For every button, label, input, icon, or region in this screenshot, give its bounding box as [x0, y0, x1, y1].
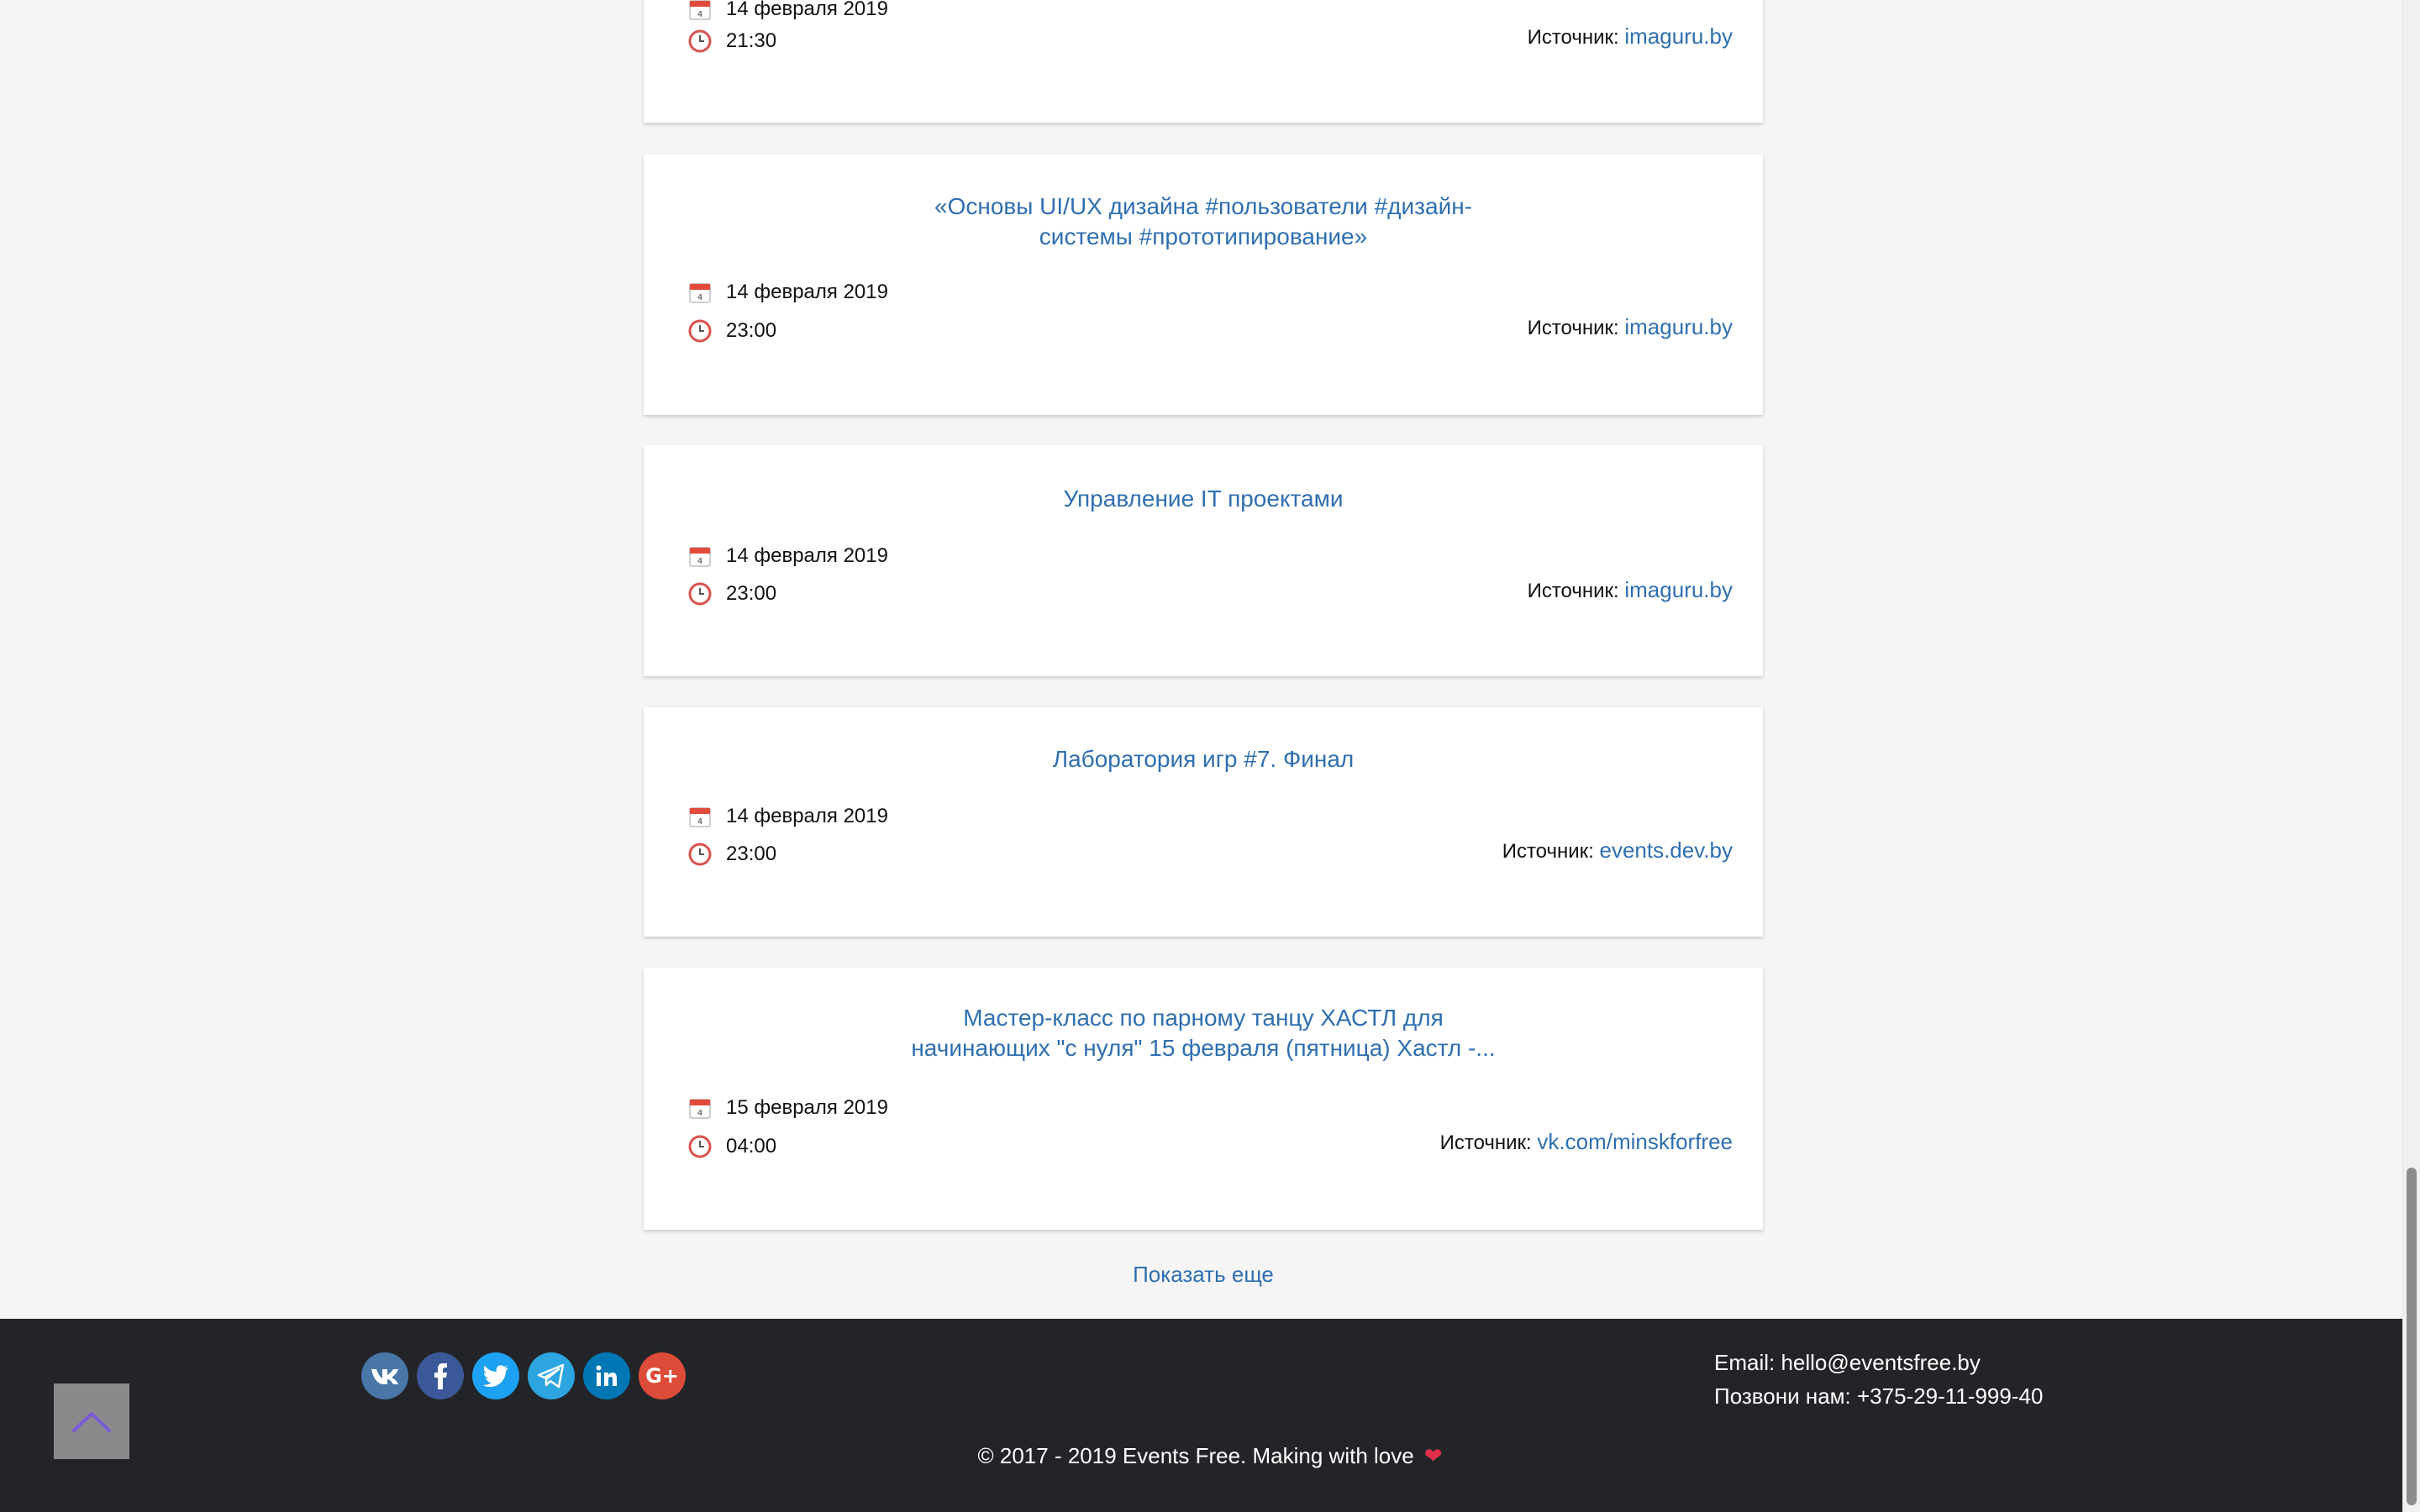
- event-source: Источник: events.dev.by: [1502, 837, 1733, 864]
- event-date: 14 февраля 2019: [726, 805, 888, 827]
- clock-icon: [688, 319, 712, 343]
- source-label: Источник:: [1527, 317, 1619, 339]
- svg-text:4: 4: [697, 557, 702, 566]
- event-time-row: 04:00: [687, 1134, 776, 1159]
- event-date-row: 4 14 февраля 2019: [687, 804, 888, 829]
- svg-text:4: 4: [697, 10, 702, 19]
- contact-email[interactable]: Email: hello@eventsfree.by: [1714, 1346, 2043, 1379]
- event-time-row: 23:00: [687, 581, 776, 606]
- event-date: 14 февраля 2019: [726, 0, 888, 20]
- show-more-link[interactable]: Показать еще: [644, 1260, 1763, 1289]
- event-card: Лаборатория игр #7. Финал 4 14 февраля 2…: [644, 707, 1763, 937]
- back-to-top-button[interactable]: [54, 1383, 129, 1459]
- svg-text:4: 4: [697, 293, 702, 302]
- event-date: 14 февраля 2019: [726, 544, 888, 567]
- svg-text:4: 4: [697, 1109, 702, 1118]
- event-date: 15 февраля 2019: [726, 1096, 888, 1119]
- event-title[interactable]: Мастер-класс по парному танцу ХАСТЛ для …: [896, 1003, 1511, 1063]
- event-title[interactable]: Управление IT проектами: [896, 484, 1511, 514]
- source-link[interactable]: imaguru.by: [1624, 314, 1733, 339]
- clock-icon: [688, 29, 712, 53]
- calendar-icon: 4: [689, 807, 711, 827]
- twitter-icon[interactable]: [472, 1352, 519, 1399]
- event-time: 23:00: [726, 319, 777, 342]
- event-time: 04:00: [726, 1135, 777, 1158]
- heart-icon: ❤: [1423, 1443, 1443, 1468]
- copyright-text: © 2017 - 2019 Events Free. Making with l…: [977, 1443, 1414, 1468]
- event-date-row: 4 14 февраля 2019: [687, 280, 888, 305]
- event-card: Мастер-класс по парному танцу ХАСТЛ для …: [644, 968, 1763, 1230]
- event-date-row: 4 14 февраля 2019: [687, 0, 888, 22]
- event-time: 23:00: [726, 843, 777, 865]
- event-source: Источник: vk.com/minskforfree: [1440, 1129, 1733, 1156]
- source-link[interactable]: imaguru.by: [1624, 577, 1733, 602]
- event-title[interactable]: «Основы UI/UX дизайна #пользователи #диз…: [896, 192, 1511, 252]
- event-source: Источник: imaguru.by: [1528, 314, 1733, 341]
- event-time: 21:30: [726, 29, 777, 52]
- event-time: 23:00: [726, 582, 777, 605]
- event-time-row: 23:00: [687, 318, 776, 344]
- contacts: Email: hello@eventsfree.by Позвони нам: …: [1714, 1346, 2043, 1413]
- source-label: Источник:: [1527, 580, 1619, 602]
- source-label: Источник:: [1527, 26, 1619, 49]
- svg-text:4: 4: [697, 817, 702, 827]
- clock-icon: [688, 1135, 712, 1158]
- calendar-icon: 4: [689, 0, 711, 20]
- event-source: Источник: imaguru.by: [1528, 24, 1733, 50]
- clock-icon: [688, 582, 712, 606]
- event-card: «Основы UI/UX дизайна #пользователи #диз…: [644, 155, 1763, 415]
- event-date: 14 февраля 2019: [726, 281, 888, 303]
- source-label: Источник:: [1439, 1131, 1532, 1154]
- google-plus-icon[interactable]: G+: [639, 1352, 686, 1399]
- event-card: 4 14 февраля 2019 21:30 Источник: imagur…: [644, 0, 1763, 123]
- chevron-up-icon: [72, 1412, 111, 1432]
- event-date-row: 4 15 февраля 2019: [687, 1095, 888, 1121]
- calendar-icon: 4: [689, 547, 711, 567]
- scrollbar[interactable]: [2402, 0, 2420, 1512]
- telegram-icon[interactable]: [528, 1352, 575, 1399]
- event-source: Источник: imaguru.by: [1528, 577, 1733, 604]
- event-title[interactable]: Лаборатория игр #7. Финал: [896, 744, 1511, 774]
- copyright: © 2017 - 2019 Events Free. Making with l…: [0, 1441, 2420, 1470]
- source-link[interactable]: vk.com/minskforfree: [1537, 1129, 1733, 1154]
- source-label: Источник:: [1502, 840, 1594, 863]
- vk-icon[interactable]: [361, 1352, 408, 1399]
- footer: G+ Email: hello@eventsfree.by Позвони на…: [0, 1319, 2420, 1512]
- source-link[interactable]: events.dev.by: [1599, 837, 1733, 863]
- contact-phone[interactable]: Позвони нам: +375-29-11-999-40: [1714, 1379, 2043, 1413]
- event-time-row: 23:00: [687, 842, 776, 867]
- event-card: Управление IT проектами 4 14 февраля 201…: [644, 445, 1763, 676]
- clock-icon: [688, 843, 712, 866]
- facebook-icon[interactable]: [417, 1352, 464, 1399]
- calendar-icon: 4: [689, 1099, 711, 1119]
- linkedin-icon[interactable]: [583, 1352, 630, 1399]
- scrollbar-thumb[interactable]: [2407, 1168, 2417, 1505]
- event-date-row: 4 14 февраля 2019: [687, 543, 888, 569]
- page: 4 14 февраля 2019 21:30 Источник: imagur…: [0, 0, 2420, 1512]
- calendar-icon: 4: [689, 283, 711, 303]
- event-time-row: 21:30: [687, 29, 776, 54]
- source-link[interactable]: imaguru.by: [1624, 24, 1733, 49]
